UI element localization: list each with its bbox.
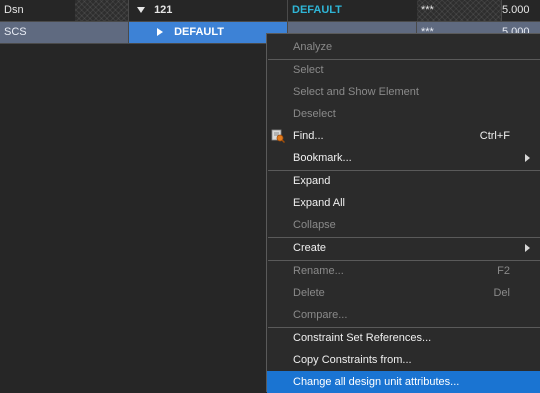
grid-header-empty-cell	[75, 0, 129, 22]
menu-item-change-all-design-unit-attributes[interactable]: Change all design unit attributes...	[267, 371, 540, 393]
menu-item-create[interactable]: Create	[267, 237, 540, 259]
menu-item-label: Select	[293, 64, 324, 76]
menu-item-constraint-set-references[interactable]: Constraint Set References...	[267, 327, 540, 349]
menu-item-shortcut: F2	[497, 265, 510, 277]
menu-item-analyze[interactable]: Analyze	[267, 36, 540, 58]
menu-item-label: Create	[293, 242, 327, 254]
grid-header-stars-cell[interactable]: ***	[417, 0, 502, 22]
menu-item-rename[interactable]: Rename... F2	[267, 260, 540, 282]
menu-item-label: Constraint Set References...	[293, 332, 432, 344]
menu-item-label: Expand All	[293, 197, 345, 209]
submenu-arrow-icon	[525, 154, 530, 162]
menu-item-label: Compare...	[293, 309, 348, 321]
menu-item-find[interactable]: Find... Ctrl+F	[267, 125, 540, 147]
menu-item-select-and-show-element[interactable]: Select and Show Element	[267, 81, 540, 103]
grid-row-empty-cell	[75, 22, 129, 44]
menu-item-label: Copy Constraints from...	[293, 354, 412, 366]
menu-item-label: Bookmark...	[293, 152, 352, 164]
grid-header-expander-label: 121	[154, 4, 173, 16]
grid-header-name-cell[interactable]: Dsn	[0, 0, 79, 22]
menu-item-shortcut: Ctrl+F	[479, 130, 510, 142]
menu-item-label: Delete	[293, 287, 325, 299]
menu-item-select[interactable]: Select	[267, 59, 540, 81]
menu-item-compare[interactable]: Compare...	[267, 304, 540, 326]
grid-row-child-cell[interactable]: DEFAULT	[129, 22, 288, 44]
expand-triangle-icon[interactable]	[157, 28, 163, 37]
menu-item-shortcut: Del	[493, 287, 510, 299]
menu-item-label: Rename...	[293, 265, 344, 277]
menu-item-bookmark[interactable]: Bookmark...	[267, 147, 540, 169]
submenu-arrow-icon	[525, 244, 530, 252]
find-icon	[271, 129, 285, 143]
grid-row-child-label: DEFAULT	[174, 26, 224, 38]
grid-row-name-cell[interactable]: SCS	[0, 22, 79, 44]
menu-item-label: Collapse	[293, 219, 336, 231]
grid-header-expander-cell[interactable]: 121	[129, 0, 288, 22]
menu-item-label: Analyze	[293, 41, 333, 53]
collapse-triangle-icon[interactable]	[137, 7, 145, 14]
context-menu: Analyze Select Select and Show Element D…	[266, 33, 540, 393]
menu-item-label: Expand	[293, 175, 331, 187]
menu-item-label: Change all design unit attributes...	[293, 376, 460, 388]
grid-header-row: Dsn 121 DEFAULT *** 5.000	[0, 0, 540, 22]
grid-header-value-cell[interactable]: DEFAULT	[288, 0, 421, 22]
menu-item-expand[interactable]: Expand	[267, 170, 540, 192]
grid-header-number-cell[interactable]: 5.000	[498, 0, 540, 22]
menu-item-label: Deselect	[293, 108, 336, 120]
menu-item-copy-constraints-from[interactable]: Copy Constraints from...	[267, 349, 540, 371]
menu-item-label: Select and Show Element	[293, 86, 419, 98]
menu-item-delete[interactable]: Delete Del	[267, 282, 540, 304]
menu-item-expand-all[interactable]: Expand All	[267, 192, 540, 214]
menu-item-label: Find...	[293, 130, 324, 142]
menu-item-deselect[interactable]: Deselect	[267, 103, 540, 125]
menu-item-collapse[interactable]: Collapse	[267, 214, 540, 236]
